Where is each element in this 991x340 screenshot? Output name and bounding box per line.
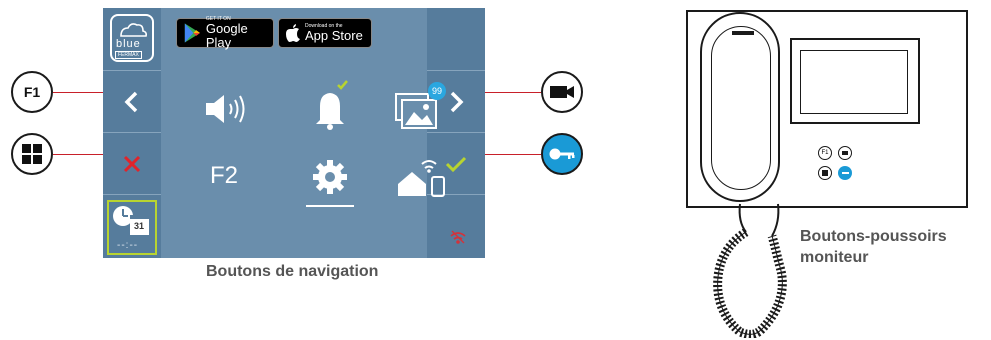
- camera-icon: [550, 86, 574, 98]
- navigation-caption: Boutons de navigation: [206, 263, 379, 280]
- key-icon: [549, 148, 575, 160]
- grid-callout: [11, 133, 53, 175]
- camera-callout: [541, 71, 583, 113]
- f1-physical-label: F1: [821, 150, 829, 156]
- clock-calendar-icon: [113, 206, 149, 235]
- handset: [700, 12, 780, 202]
- gallery-menu-item[interactable]: 99: [392, 80, 452, 140]
- handset-inner: [711, 26, 771, 190]
- monitor-display-frame: [790, 38, 920, 124]
- gear-icon: [313, 160, 347, 194]
- wifi-home-icon: [398, 160, 445, 197]
- handset-brand: [732, 31, 754, 35]
- key-icon: [841, 172, 849, 174]
- camera-physical-button[interactable]: [838, 146, 852, 160]
- settings-menu-item[interactable]: [300, 155, 360, 215]
- callout-line: [53, 154, 103, 155]
- monitor-caption-line2: moniteur: [800, 249, 869, 266]
- blue-logo: blue FERMAX: [110, 14, 154, 62]
- schedule-time: --:--: [117, 240, 139, 251]
- apple-icon: [286, 24, 300, 42]
- google-big-text: Google Play: [205, 21, 248, 50]
- bell-icon: [316, 80, 348, 130]
- schedule-button[interactable]: 31 --:--: [107, 200, 157, 255]
- selected-underline: [306, 205, 354, 207]
- gallery-badge-count: 99: [431, 86, 442, 96]
- cancel-button[interactable]: [103, 133, 161, 194]
- monitor-display: [800, 50, 908, 114]
- apple-big-text: App Store: [305, 28, 363, 43]
- key-physical-button[interactable]: [838, 166, 852, 180]
- logo-maker: FERMAX: [115, 51, 142, 59]
- notifications-menu-item[interactable]: [300, 78, 360, 138]
- wifi-status-icon: [449, 228, 467, 246]
- key-callout: [541, 133, 583, 175]
- f1-callout-label: F1: [23, 84, 41, 100]
- volume-menu-item[interactable]: [200, 85, 260, 135]
- callout-line: [485, 92, 541, 93]
- calendar-day: 31: [134, 221, 145, 231]
- grid-icon: [822, 170, 828, 176]
- chevron-left-icon: [124, 91, 138, 112]
- google-play-badge[interactable]: GET IT ON Google Play: [176, 16, 274, 50]
- google-play-icon: [184, 23, 201, 43]
- callout-line: [485, 154, 541, 155]
- close-icon: [123, 155, 141, 172]
- f1-physical-button[interactable]: F1: [818, 146, 832, 160]
- speaker-icon: [206, 95, 245, 123]
- monitor-caption: Boutons-poussoirs moniteur: [800, 226, 990, 268]
- previous-button[interactable]: [103, 71, 161, 132]
- gallery-badge: 99: [428, 82, 446, 100]
- f2-menu-item[interactable]: F2: [210, 162, 250, 194]
- monitor-caption-line1: Boutons-poussoirs: [800, 228, 947, 245]
- logo-brand: blue: [116, 38, 141, 50]
- camera-icon: [842, 151, 848, 155]
- grid-icon: [22, 144, 42, 164]
- callout-line: [53, 92, 103, 93]
- separator: [103, 194, 161, 195]
- wifi-menu-item[interactable]: [392, 150, 452, 210]
- grid-physical-button[interactable]: [818, 166, 832, 180]
- app-store-badge[interactable]: Download on the App Store: [278, 18, 372, 48]
- handset-cord: [713, 203, 787, 338]
- f1-callout: F1: [11, 71, 53, 113]
